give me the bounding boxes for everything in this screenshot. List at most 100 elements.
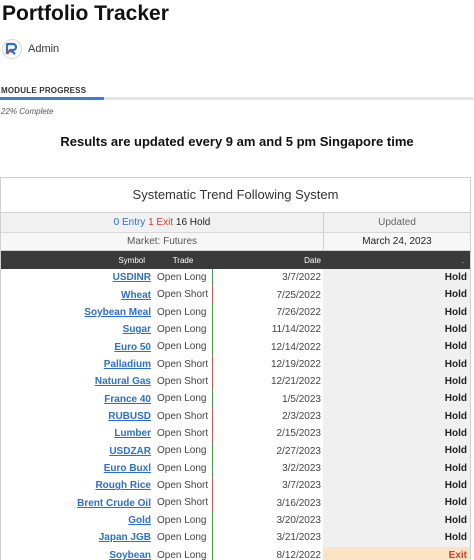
- symbol-link[interactable]: Wheat: [1, 290, 153, 301]
- table-row: USDZAR Open Long 2/27/2023 Hold: [1, 442, 470, 460]
- update-notice: Results are updated every 9 am and 5 pm …: [60, 134, 414, 149]
- trade-cell: Open Short: [153, 494, 213, 512]
- date-cell: 12/14/2022: [270, 341, 321, 353]
- author[interactable]: Admin: [2, 38, 59, 60]
- date-cell: 7/26/2022: [276, 306, 322, 318]
- market-row: Market: Futures March 24, 2023: [1, 232, 470, 251]
- symbol-link[interactable]: France 40: [1, 394, 153, 405]
- header-status[interactable]: .: [323, 256, 470, 265]
- trade-cell: Open Long: [153, 511, 213, 530]
- status-cell: Hold: [323, 355, 470, 374]
- status-cell: Hold: [323, 494, 470, 512]
- progress-bar: [0, 97, 474, 100]
- table-row: RUBUSD Open Short 2/3/2023 Hold: [1, 407, 470, 426]
- entry-count: 0 Entry: [113, 217, 149, 228]
- market-label: Market: Futures: [1, 233, 324, 250]
- date-cell: 3/2/2023: [282, 462, 321, 474]
- date-cell: 3/7/2023: [282, 480, 321, 492]
- status-cell: Hold: [323, 425, 470, 443]
- hold-count: 16 Hold: [175, 217, 211, 228]
- updated-date: March 24, 2023: [362, 236, 432, 247]
- symbol-link[interactable]: Lumber: [1, 428, 153, 439]
- symbol-link[interactable]: Brent Crude Oil: [1, 498, 153, 509]
- symbol-link[interactable]: Euro 50: [1, 342, 153, 353]
- table-row: Natural Gas Open Short 12/21/2022 Hold: [1, 373, 470, 391]
- trade-cell: Open Short: [153, 425, 213, 443]
- date-cell: 3/20/2023: [276, 514, 322, 526]
- trade-cell: Open Long: [153, 459, 213, 478]
- table-row: Wheat Open Short 7/25/2022 Hold: [1, 286, 470, 304]
- table-row: Rough Rice Open Short 3/7/2023 Hold: [1, 477, 470, 495]
- table-row: Japan JGB Open Long 3/21/2023 Hold: [1, 529, 470, 547]
- date-cell: 3/7/2022: [282, 272, 321, 284]
- trade-cell: Open Short: [153, 373, 213, 391]
- trade-cell: Open Long: [153, 390, 213, 408]
- symbol-link[interactable]: Gold: [1, 515, 153, 526]
- status-cell: Exit: [323, 546, 470, 560]
- date-cell: 7/25/2022: [276, 289, 322, 301]
- header-trade[interactable]: Trade: [153, 256, 213, 265]
- exit-count: 1 Exit: [148, 217, 176, 228]
- signal-counts: 0 Entry 1 Exit 16 Hold: [1, 213, 324, 232]
- date-cell: 1/5/2023: [282, 393, 321, 405]
- table-row: Sugar Open Long 11/14/2022 Hold: [1, 321, 470, 339]
- date-cell: 2/3/2023: [282, 410, 321, 422]
- symbol-link[interactable]: Sugar: [1, 324, 153, 335]
- status-cell: Hold: [323, 390, 470, 408]
- symbol-link[interactable]: Soybean Meal: [1, 307, 153, 318]
- system-card: Systematic Trend Following System 0 Entr…: [0, 177, 471, 560]
- table-row: Lumber Open Short 2/15/2023 Hold: [1, 425, 470, 443]
- date-cell: 12/19/2022: [270, 358, 321, 370]
- author-name[interactable]: Admin: [28, 43, 59, 55]
- status-cell: Hold: [323, 269, 470, 287]
- progress-text: 22% Complete: [1, 107, 54, 116]
- system-title: Systematic Trend Following System: [132, 187, 339, 202]
- status-cell: Hold: [323, 303, 470, 322]
- symbol-link[interactable]: Japan JGB: [1, 532, 153, 543]
- status-cell: Hold: [323, 477, 470, 495]
- positions-table-body: USDINR Open Long 3/7/2022 Hold Wheat Open Sho…: [1, 269, 470, 560]
- status-cell: Hold: [323, 459, 470, 478]
- brand-logo-icon: [2, 39, 22, 59]
- table-row: Euro 50 Open Long 12/14/2022 Hold: [1, 338, 470, 356]
- table-row: Gold Open Long 3/20/2023 Hold: [1, 511, 470, 530]
- status-cell: Hold: [323, 373, 470, 391]
- date-cell: 3/16/2023: [276, 497, 322, 509]
- table-header: Symbol Trade Date .: [1, 251, 470, 269]
- trade-cell: Open Long: [153, 269, 213, 287]
- date-cell: 8/12/2022: [276, 549, 322, 560]
- trade-cell: Open Long: [153, 442, 213, 460]
- trade-cell: Open Long: [153, 321, 213, 339]
- status-cell: Hold: [323, 321, 470, 339]
- table-row: Palladium Open Short 12/19/2022 Hold: [1, 355, 470, 374]
- status-cell: Hold: [323, 338, 470, 356]
- header-symbol[interactable]: Symbol: [1, 256, 153, 265]
- symbol-link[interactable]: Rough Rice: [1, 480, 153, 491]
- header-date[interactable]: Date: [213, 256, 323, 265]
- page-title: Portfolio Tracker: [2, 2, 169, 25]
- status-cell: Hold: [323, 286, 470, 304]
- symbol-link[interactable]: Soybean: [1, 550, 153, 560]
- symbol-link[interactable]: USDZAR: [1, 446, 153, 457]
- date-cell: 2/15/2023: [276, 428, 322, 440]
- status-cell: Hold: [323, 529, 470, 547]
- progress-fill: [0, 97, 105, 100]
- table-row: France 40 Open Long 1/5/2023 Hold: [1, 390, 470, 408]
- table-row: Brent Crude Oil Open Short 3/16/2023 Hold: [1, 494, 470, 512]
- status-cell: Hold: [323, 442, 470, 460]
- trade-cell: Open Short: [153, 286, 213, 304]
- progress-label: MODULE PROGRESS: [1, 86, 87, 95]
- symbol-link[interactable]: RUBUSD: [1, 411, 153, 422]
- trade-cell: Open Long: [153, 303, 213, 322]
- trade-cell: Open Long: [153, 546, 213, 560]
- symbol-link[interactable]: Natural Gas: [1, 376, 153, 387]
- symbol-link[interactable]: USDINR: [1, 272, 153, 283]
- symbol-link[interactable]: Palladium: [1, 359, 153, 370]
- symbol-link[interactable]: Euro Buxl: [1, 463, 153, 474]
- trade-cell: Open Short: [153, 355, 213, 374]
- table-row: Euro Buxl Open Long 3/2/2023 Hold: [1, 459, 470, 478]
- trade-cell: Open Long: [153, 338, 213, 356]
- date-cell: 11/14/2022: [271, 324, 321, 336]
- table-row: USDINR Open Long 3/7/2022 Hold: [1, 269, 470, 287]
- table-row: Soybean Meal Open Long 7/26/2022 Hold: [1, 303, 470, 322]
